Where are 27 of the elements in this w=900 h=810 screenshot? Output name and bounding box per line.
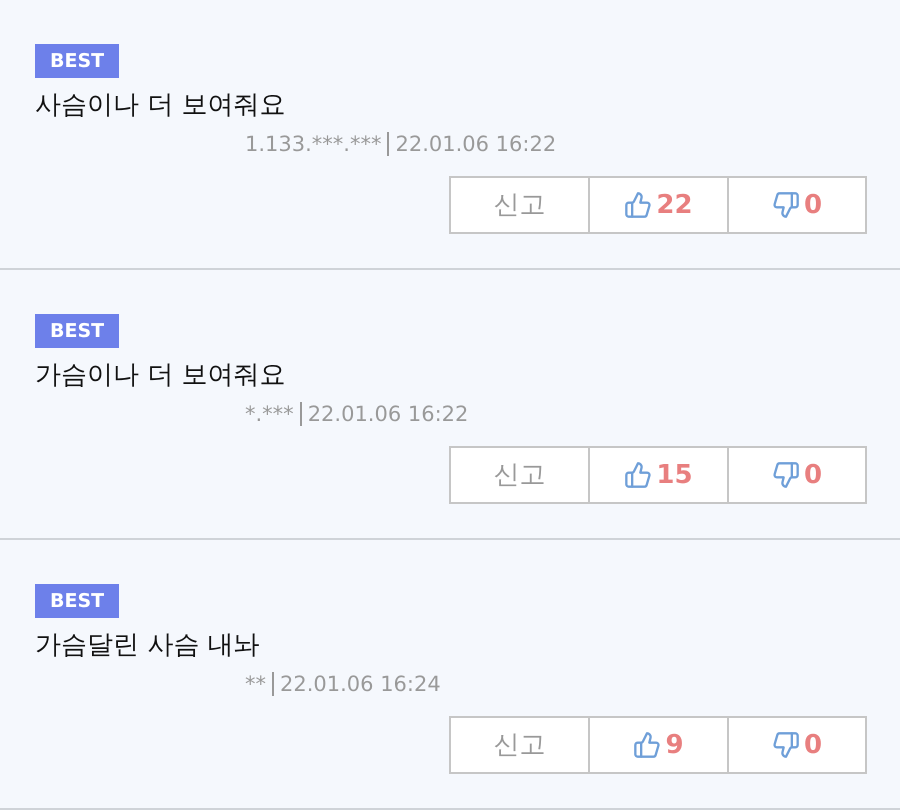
author-ip: *.*** [245, 401, 294, 428]
comment-text: 사슴이나 더 보여줘요 [35, 89, 287, 122]
author-ip: ** [245, 671, 266, 698]
like-button[interactable]: 9 [590, 718, 729, 772]
thumbs-up-icon [624, 461, 652, 489]
dislike-button[interactable]: 0 [729, 448, 865, 502]
best-badge: BEST [35, 584, 120, 618]
author-ip: 1.133.***.*** [245, 131, 382, 158]
like-button[interactable]: 15 [590, 448, 729, 502]
comment-text: 가슴달린 사슴 내놔 [35, 629, 261, 662]
comment-text: 가슴이나 더 보여줘요 [35, 359, 287, 392]
comment-date: 22.01.06 16:24 [280, 671, 441, 698]
thumbs-down-icon [772, 461, 800, 489]
like-button[interactable]: 22 [590, 178, 729, 232]
thumbs-up-icon [624, 191, 652, 219]
dislike-button[interactable]: 0 [729, 718, 865, 772]
thumbs-down-icon [772, 191, 800, 219]
thumbs-down-icon [772, 731, 800, 759]
dislike-button[interactable]: 0 [729, 178, 865, 232]
comment-date: 22.01.06 16:22 [308, 401, 468, 428]
report-button[interactable]: 신고 [451, 178, 590, 232]
best-badge: BEST [35, 44, 120, 78]
comment-date: 22.01.06 16:22 [395, 131, 556, 158]
thumbs-up-icon [633, 731, 662, 759]
report-button[interactable]: 신고 [451, 718, 590, 772]
report-button[interactable]: 신고 [451, 448, 590, 502]
best-badge: BEST [35, 314, 120, 348]
